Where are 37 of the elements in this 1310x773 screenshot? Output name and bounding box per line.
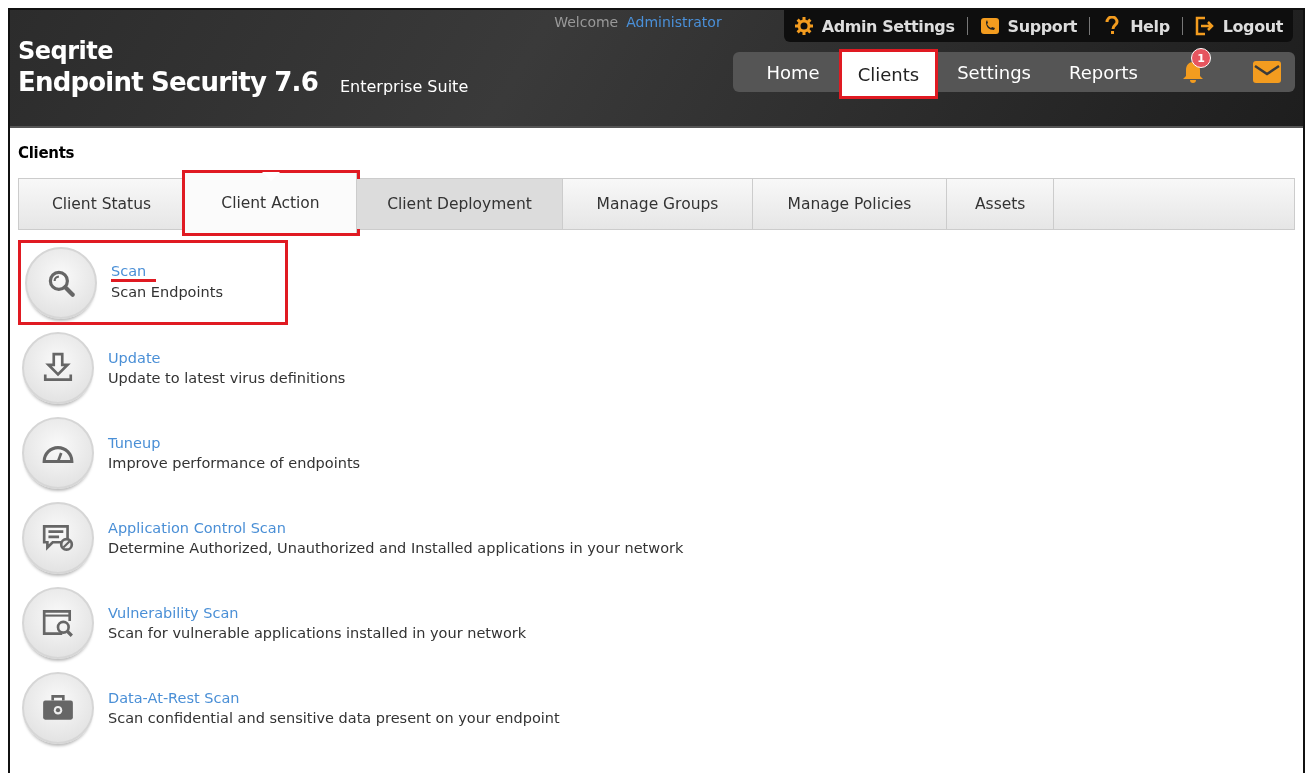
envelope-icon[interactable] <box>1253 61 1281 83</box>
action-description: Scan for vulnerable applications installed in your network <box>108 623 527 643</box>
action-description: Update to latest virus definitions <box>108 368 346 388</box>
action-link[interactable]: Scan <box>111 263 157 282</box>
nav-tab[interactable]: Reports <box>1049 52 1157 92</box>
logout-icon <box>1194 16 1215 36</box>
action-description: Determine Authorized, Unauthorized and Installed applications in your network <box>108 538 684 558</box>
action-link[interactable]: Tuneup <box>108 432 361 453</box>
edition-label: Enterprise Suite <box>339 76 469 98</box>
tab[interactable]: Client Deployment <box>357 179 563 229</box>
nav-tab[interactable]: Home <box>747 52 839 92</box>
gear-icon <box>793 16 814 36</box>
tab[interactable]: Assets <box>947 179 1055 229</box>
nav-tab[interactable]: Settings <box>938 52 1050 92</box>
action-link[interactable]: Data-At-Rest Scan <box>108 687 560 708</box>
notification-button[interactable]: 1 <box>1181 48 1213 84</box>
tab[interactable]: Manage Groups <box>563 179 753 229</box>
tab[interactable]: Manage Policies <box>753 179 947 229</box>
user-link[interactable]: Administrator <box>626 14 722 30</box>
action-link[interactable]: Application Control Scan <box>108 517 684 538</box>
top-link[interactable]: Logout <box>1194 16 1283 36</box>
tab[interactable]: Client Action <box>185 173 357 233</box>
notification-badge: 1 <box>1191 48 1211 68</box>
top-link[interactable]: Support <box>979 16 1078 36</box>
nav-tab[interactable]: Clients <box>838 49 939 99</box>
welcome-text: Welcome <box>554 14 619 30</box>
action-description: Scan confidential and sensitive data present on your endpoint <box>108 708 560 728</box>
page-title: Clients <box>18 143 76 164</box>
brand-name: Seqrite <box>18 36 115 66</box>
action-description: Scan Endpoints <box>111 283 223 302</box>
action-description: Improve performance of endpoints <box>108 453 361 473</box>
bell-icon <box>1181 60 1205 84</box>
product-name: Endpoint Security 7.6 <box>18 66 318 98</box>
top-link[interactable]: Admin Settings <box>793 16 955 36</box>
phone-icon <box>979 16 1000 36</box>
top-link[interactable]: Help <box>1102 16 1170 36</box>
action-link[interactable]: Vulnerability Scan <box>108 602 527 623</box>
